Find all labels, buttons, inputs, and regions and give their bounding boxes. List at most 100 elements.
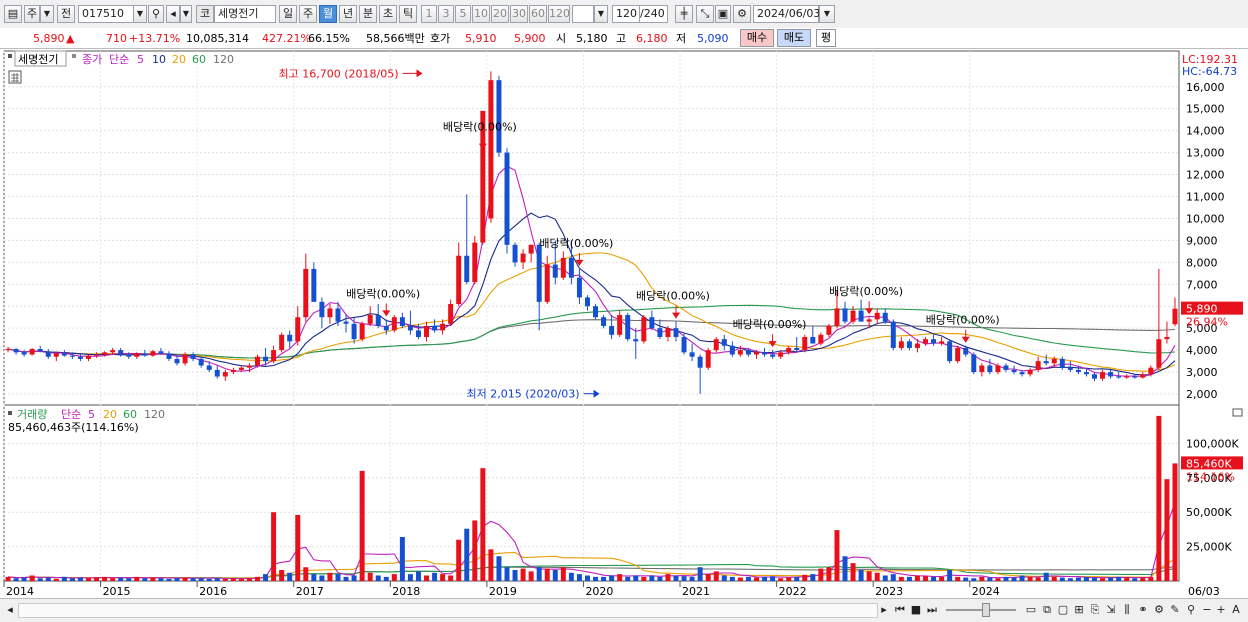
layout-split-icon[interactable]: ▭ <box>1024 602 1038 618</box>
candle-down <box>158 351 164 354</box>
export-icon[interactable]: ⇲ <box>1104 602 1118 618</box>
speaker-dropdown-icon[interactable]: ▼ <box>180 5 192 23</box>
volume-bar <box>5 576 11 581</box>
count-input[interactable]: 120 <box>612 5 640 23</box>
zoom-icon[interactable]: ⚲ <box>1184 602 1198 618</box>
candle-up <box>737 350 743 355</box>
prev-stock-button[interactable]: 전 <box>57 5 75 23</box>
candle-down <box>971 354 977 373</box>
volume-bar <box>118 577 124 581</box>
candle-up <box>53 353 59 357</box>
scroll-track[interactable] <box>18 603 878 618</box>
candle-down <box>576 277 582 298</box>
interval-30[interactable]: 30 <box>510 5 528 23</box>
volume-bar <box>971 578 977 581</box>
volume-bar <box>673 575 679 581</box>
period-second[interactable]: 초 <box>379 5 397 23</box>
interval-60[interactable]: 60 <box>529 5 547 23</box>
link-icon[interactable]: ⚭ <box>1136 602 1150 618</box>
gear-icon[interactable]: ⚙ <box>733 5 751 23</box>
low-label: 저 <box>676 32 687 45</box>
chevron-down-icon[interactable]: ▼ <box>40 5 54 23</box>
eval-button[interactable]: 평 <box>816 29 836 47</box>
interval-20[interactable]: 20 <box>491 5 509 23</box>
zoom-out-icon[interactable]: − <box>1200 602 1214 618</box>
layout-icon[interactable]: ▤ <box>4 5 22 23</box>
interval-1[interactable]: 1 <box>421 5 437 23</box>
stock-name-field[interactable]: 세명전기 <box>214 5 276 23</box>
period-month[interactable]: 월 <box>319 5 337 23</box>
period-year[interactable]: 년 <box>339 5 357 23</box>
candle-down <box>432 325 438 331</box>
period-week[interactable]: 주 <box>299 5 317 23</box>
price-chart[interactable]: 최고 16,700 (2018/05) 최저 2,015 (2020/03) 배당락… <box>0 49 1248 598</box>
indicator-handle-icon[interactable] <box>72 54 76 58</box>
settings-icon[interactable]: ⚙ <box>1152 602 1166 618</box>
candle-down <box>882 312 888 322</box>
calendar-dropdown-icon[interactable]: ▼ <box>819 5 835 23</box>
candle-down <box>1003 365 1009 370</box>
candle-down <box>794 347 800 351</box>
volume-bar <box>770 576 776 581</box>
zoom-slider-handle[interactable] <box>982 603 990 617</box>
interval-120[interactable]: 120 <box>548 5 570 23</box>
volume-bar <box>955 576 961 581</box>
volume-bar <box>665 574 671 581</box>
volume-panel-maximize-icon[interactable] <box>1232 408 1243 417</box>
stock-code-input[interactable]: 017510 <box>78 5 134 23</box>
date-input[interactable]: 2024/06/03 <box>753 5 820 23</box>
volume-bar <box>399 536 405 581</box>
scroll-left-icon[interactable]: ◂ <box>4 602 16 618</box>
last-volume-label: 85,460K <box>1186 457 1232 470</box>
sell-button[interactable]: 매도 <box>777 29 811 47</box>
custom-interval-dropdown-icon[interactable]: ▼ <box>594 5 608 23</box>
stop-icon[interactable]: ■ <box>909 602 923 618</box>
candle-down <box>21 352 27 355</box>
open-label: 시 <box>556 32 567 45</box>
volume-bar <box>343 576 349 581</box>
volume-panel-handle-icon[interactable] <box>8 411 12 415</box>
legend-ma10: 10 <box>152 53 166 66</box>
custom-interval-input[interactable] <box>572 5 594 23</box>
bars-icon[interactable]: ⫼ <box>1120 602 1134 618</box>
zoom-in-icon[interactable]: + <box>1214 602 1228 618</box>
layout-multi-icon[interactable]: ⧉ <box>1040 602 1054 618</box>
candle-type-icon[interactable]: ╪ <box>675 5 693 23</box>
scroll-right-icon[interactable]: ▸ <box>878 602 890 618</box>
volume-bar <box>319 575 325 581</box>
grid-layout-icon[interactable]: ⊞ <box>1072 602 1086 618</box>
period-minute[interactable]: 분 <box>359 5 377 23</box>
volume-bar <box>504 567 510 581</box>
buy-button[interactable]: 매수 <box>740 29 774 47</box>
interval-5[interactable]: 5 <box>455 5 471 23</box>
font-size-icon[interactable]: A <box>1229 602 1243 618</box>
volume-bar <box>1100 578 1106 581</box>
candle-up <box>1164 336 1170 340</box>
code-dropdown-icon[interactable]: ▼ <box>133 5 147 23</box>
period-tick[interactable]: 틱 <box>399 5 417 23</box>
copy-icon[interactable]: ⎘ <box>1088 602 1102 618</box>
panel-handle-icon[interactable] <box>8 54 12 58</box>
volume-bar <box>633 575 639 581</box>
edit-icon[interactable]: ✎ <box>1168 602 1182 618</box>
draw-tool-icon[interactable]: ⤡ <box>696 5 714 23</box>
save-icon[interactable]: ▣ <box>715 5 731 23</box>
volume-bar <box>1003 576 1009 581</box>
candle-down <box>1067 367 1073 370</box>
candle-down <box>77 356 83 359</box>
speaker-icon[interactable]: ◂ <box>166 5 180 23</box>
interval-10[interactable]: 10 <box>472 5 490 23</box>
last-page-icon[interactable]: ⏭ <box>925 602 939 618</box>
first-page-icon[interactable]: ⏮ <box>893 602 907 618</box>
market-select[interactable]: 주 <box>24 5 40 23</box>
search-icon[interactable]: ⚲ <box>148 5 164 23</box>
candle-up <box>5 349 11 351</box>
zoom-slider[interactable] <box>946 609 1016 611</box>
period-day[interactable]: 일 <box>279 5 297 23</box>
candle-up <box>850 310 856 322</box>
candle-up <box>713 339 719 351</box>
interval-3[interactable]: 3 <box>438 5 454 23</box>
volume-bar <box>287 572 293 581</box>
candle-up <box>271 350 277 362</box>
window-icon[interactable]: ▢ <box>1056 602 1070 618</box>
